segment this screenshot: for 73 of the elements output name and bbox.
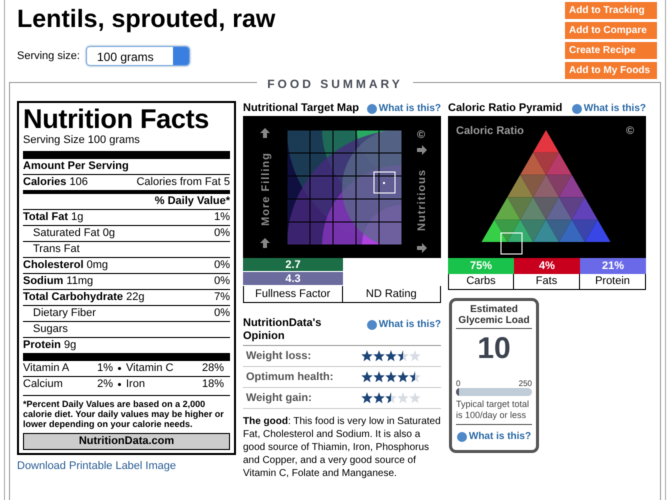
- ratio-label: Carbs: [448, 274, 514, 290]
- daily-value: 0%: [214, 226, 230, 241]
- serving-size-select[interactable]: 100 grams: [86, 46, 190, 66]
- daily-value: 18%: [202, 377, 224, 392]
- arrow-icon: [260, 238, 270, 248]
- daily-value: 2%: [97, 377, 113, 392]
- help-link[interactable]: What is this?: [366, 317, 441, 332]
- ratio-label: Fats: [514, 274, 580, 290]
- nutrient-name: Protein 9g: [23, 338, 76, 353]
- help-link[interactable]: What is this?: [572, 101, 646, 116]
- bullet-icon: [118, 383, 121, 386]
- download-link[interactable]: Download Printable Label Image: [17, 458, 176, 474]
- calories-from-fat: Calories from Fat 5: [136, 175, 230, 190]
- summary-paragraph: The good: This food is very low in Saturated Fat, Cholesterol and Sodium. It is also a good source of Thiamin, Iron, Phosphorus and Copper, and a very good source of Vitamin C, Folate and Manganese.: [243, 415, 441, 480]
- nutrient-name: Sodium 11mg: [23, 274, 94, 289]
- nutrient-name: Cholesterol 0mg: [23, 258, 108, 273]
- score-caption: Fullness Factor: [254, 287, 332, 302]
- axis-label: Nutritious: [416, 169, 428, 231]
- footnote: *Percent Daily Values are based on a 2,000 calorie diet. Your daily values may be higher or lower depending on your calorie needs.: [23, 395, 230, 429]
- panel-title: Caloric Ratio Pyramid: [448, 101, 562, 116]
- score-bar: 2.7: [243, 258, 343, 272]
- nutrient-name: Saturated Fat 0g: [33, 226, 115, 241]
- daily-value: 0%: [214, 274, 230, 289]
- glycemic-value: 10: [476, 331, 512, 367]
- nutrient-name: Trans Fat: [33, 242, 80, 257]
- arrow-icon: [260, 128, 270, 138]
- card-title: Estimated Glycemic Load: [456, 304, 532, 329]
- daily-value: 0%: [214, 258, 230, 273]
- bullet-icon: [118, 367, 121, 370]
- panel-title: NutritionData's Opinion: [243, 317, 322, 343]
- daily-value: 1%: [97, 361, 113, 376]
- rating-label: Weight loss:: [246, 348, 312, 364]
- ratio-value: 21%: [580, 258, 646, 274]
- label-title: Nutrition Facts: [23, 105, 210, 133]
- brand-footer: NutritionData.com: [23, 433, 230, 450]
- panel-title: Nutritional Target Map: [243, 101, 359, 116]
- help-link[interactable]: What is this?: [366, 101, 441, 116]
- vitamin-name: Calcium: [23, 377, 63, 392]
- nutrient-name: Sugars: [33, 322, 68, 337]
- serving-size-label: Serving size:: [17, 48, 80, 64]
- scale-min: 0: [456, 379, 460, 388]
- score-caption: ND Rating: [342, 286, 440, 302]
- calories-text: Calories 106: [23, 175, 88, 190]
- target-note: Typical target total is 100/day or less: [456, 396, 532, 425]
- daily-value: 0%: [214, 306, 230, 321]
- daily-value: 28%: [202, 361, 224, 376]
- nutrient-name: Total Fat 1g: [23, 210, 84, 225]
- arrow-icon: [417, 145, 427, 155]
- chart-title: Caloric Ratio: [456, 125, 524, 137]
- scale-max: 250: [518, 379, 532, 388]
- copyright-mark: ©: [416, 129, 426, 141]
- vitamin-name: Vitamin C: [126, 361, 174, 376]
- arrow-icon: [417, 243, 427, 253]
- serving-size-text: Serving Size 100 grams: [23, 133, 141, 148]
- score-bar: 4.3: [243, 272, 343, 286]
- nutrient-name: Dietary Fiber: [33, 306, 96, 321]
- amount-per-serving: Amount Per Serving: [23, 151, 230, 174]
- vitamin-name: Vitamin A: [23, 361, 70, 376]
- ratio-label: Protein: [580, 274, 646, 290]
- vitamin-name: Iron: [126, 377, 145, 392]
- daily-value-heading: % Daily Value*: [154, 194, 230, 209]
- ratio-value: 75%: [448, 258, 514, 274]
- daily-value: 1%: [214, 210, 230, 225]
- rating-label: Weight gain:: [246, 390, 312, 406]
- daily-value: 7%: [214, 290, 230, 305]
- help-link[interactable]: What is this?: [456, 429, 532, 444]
- nutrient-name: Total Carbohydrate 22g: [23, 290, 144, 305]
- page-title: Lentils, sprouted, raw: [17, 4, 276, 34]
- copyright-mark: ©: [626, 125, 634, 137]
- section-heading: FOOD SUMMARY: [257, 77, 413, 91]
- ratio-value: 4%: [514, 258, 580, 274]
- rating-label: Optimum health:: [246, 370, 334, 385]
- axis-label: More Filling: [260, 152, 272, 226]
